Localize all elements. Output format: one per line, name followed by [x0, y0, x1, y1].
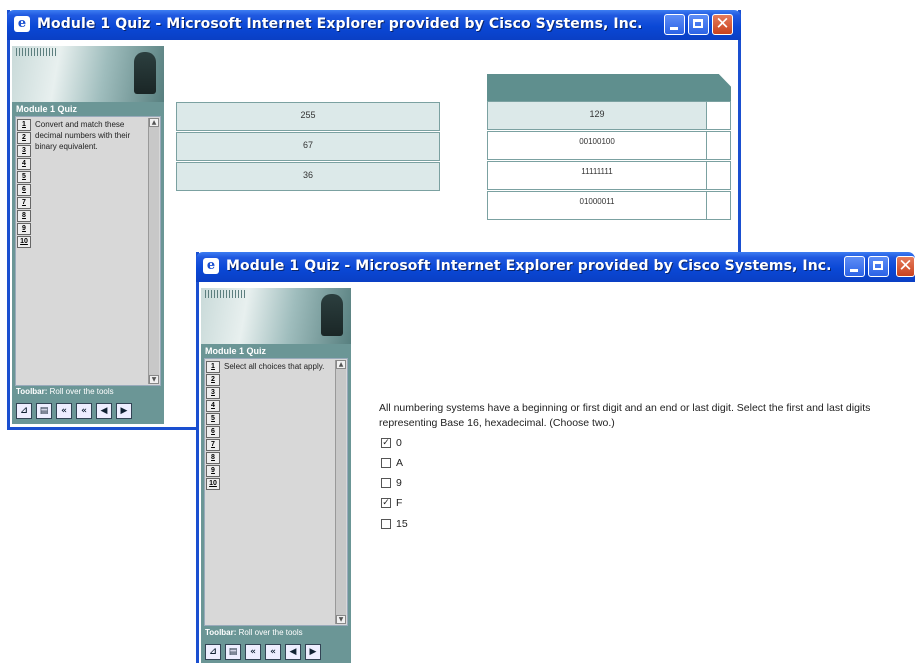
- question-number-9[interactable]: 9: [17, 223, 31, 235]
- maximize-button[interactable]: [688, 14, 709, 35]
- close-button[interactable]: ✕: [712, 14, 733, 35]
- choice-label: 15: [396, 518, 408, 530]
- decimal-cell[interactable]: 255: [176, 102, 440, 131]
- close-button[interactable]: ✕: [896, 256, 915, 277]
- forward-icon[interactable]: ▶: [116, 403, 132, 419]
- choice-label: F: [396, 497, 403, 509]
- banner-image: [201, 288, 351, 344]
- question-number-2[interactable]: 2: [206, 374, 220, 386]
- question-number-1[interactable]: 1: [206, 361, 220, 373]
- question-number-7[interactable]: 7: [206, 439, 220, 451]
- first-page-icon[interactable]: «: [56, 403, 72, 419]
- back-icon[interactable]: ◀: [96, 403, 112, 419]
- pin-icon[interactable]: ⊿: [205, 644, 221, 660]
- question-number-8[interactable]: 8: [206, 452, 220, 464]
- back-icon[interactable]: ◀: [285, 644, 301, 660]
- checkbox-checked[interactable]: ✓: [381, 498, 391, 508]
- scrollbar[interactable]: ▲ ▼: [148, 118, 159, 384]
- panel-title: Module 1 Quiz: [16, 104, 78, 114]
- choice-label: A: [396, 457, 404, 469]
- decimal-cell[interactable]: 67: [176, 132, 440, 161]
- question-nav: 1 2 3 4 5 6 7 8 9 10 Select all choices that appl…: [204, 358, 348, 626]
- choice-label: 9: [396, 477, 402, 489]
- question-text: All numbering systems have a beginning o…: [379, 402, 871, 429]
- toolbar-label: Toolbar: Roll over the tools: [205, 628, 303, 637]
- ie-logo-icon: e: [14, 16, 30, 32]
- checkbox-checked[interactable]: ✓: [381, 438, 391, 448]
- panel-title: Module 1 Quiz: [205, 346, 267, 356]
- question-number-9[interactable]: 9: [206, 465, 220, 477]
- binary-cell[interactable]: 01000011: [487, 191, 707, 220]
- checkbox[interactable]: [381, 478, 391, 488]
- banner-image: [12, 46, 164, 102]
- rewind-icon[interactable]: «: [265, 644, 281, 660]
- toolbar: ⊿ ▤ « « ◀ ▶: [16, 403, 132, 421]
- toolbar-label: Toolbar: Roll over the tools: [16, 387, 114, 396]
- rewind-icon[interactable]: «: [76, 403, 92, 419]
- toolbar: ⊿ ▤ « « ◀ ▶: [205, 644, 321, 662]
- checkbox[interactable]: [381, 519, 391, 529]
- question-number-4[interactable]: 4: [17, 158, 31, 170]
- window-title: Module 1 Quiz - Microsoft Internet Explo…: [226, 258, 832, 274]
- question-number-4[interactable]: 4: [206, 400, 220, 412]
- scroll-down-icon[interactable]: ▼: [336, 615, 346, 624]
- question-number-7[interactable]: 7: [17, 197, 31, 209]
- first-page-icon[interactable]: «: [245, 644, 261, 660]
- instruction-text: Convert and match these decimal numbers …: [35, 120, 131, 151]
- scroll-down-icon[interactable]: ▼: [149, 375, 159, 384]
- scroll-up-icon[interactable]: ▲: [336, 360, 346, 369]
- question-number-6[interactable]: 6: [17, 184, 31, 196]
- title-bar[interactable]: e Module 1 Quiz - Microsoft Internet Exp…: [7, 10, 741, 40]
- choice-label: 0: [396, 437, 402, 449]
- quiz-window-front: e Module 1 Quiz - Microsoft Internet Exp…: [196, 252, 915, 663]
- drop-target[interactable]: [706, 131, 731, 160]
- question-number-3[interactable]: 3: [17, 145, 31, 157]
- choice-0[interactable]: ✓ 0: [381, 436, 402, 450]
- instruction-text: Select all choices that apply.: [224, 362, 325, 371]
- maximize-button[interactable]: [868, 256, 889, 277]
- choice-f[interactable]: ✓ F: [381, 496, 402, 510]
- question-number-1[interactable]: 1: [17, 119, 31, 131]
- decimal-cell[interactable]: 36: [176, 162, 440, 191]
- forward-icon[interactable]: ▶: [305, 644, 321, 660]
- window-title: Module 1 Quiz - Microsoft Internet Explo…: [37, 16, 643, 32]
- binary-cell[interactable]: 00100100: [487, 131, 707, 160]
- question-number-10[interactable]: 10: [206, 478, 220, 490]
- choice-9[interactable]: 9: [381, 476, 402, 490]
- question-number-8[interactable]: 8: [17, 210, 31, 222]
- choice-a[interactable]: A: [381, 456, 403, 470]
- binary-cell[interactable]: 11111111: [487, 161, 707, 190]
- side-panel: Module 1 Quiz 1 2 3 4 5 6 7 8 9 10 Select all cho…: [201, 288, 351, 663]
- question-number-5[interactable]: 5: [17, 171, 31, 183]
- title-bar[interactable]: e Module 1 Quiz - Microsoft Internet Exp…: [196, 252, 915, 282]
- question-number-list: 1 2 3 4 5 6 7 8 9 10: [206, 361, 220, 491]
- notes-icon[interactable]: ▤: [36, 403, 52, 419]
- binary-cell[interactable]: 129: [487, 101, 707, 130]
- question-number-list: 1 2 3 4 5 6 7 8 9 10: [17, 119, 31, 249]
- scroll-up-icon[interactable]: ▲: [149, 118, 159, 127]
- question-nav: 1 2 3 4 5 6 7 8 9 10 Convert and match these deci…: [15, 116, 161, 386]
- pin-icon[interactable]: ⊿: [16, 403, 32, 419]
- question-number-5[interactable]: 5: [206, 413, 220, 425]
- question-number-3[interactable]: 3: [206, 387, 220, 399]
- binary-column-header: [487, 74, 731, 102]
- minimize-button[interactable]: [844, 256, 865, 277]
- drop-target[interactable]: [706, 101, 731, 130]
- drop-target[interactable]: [706, 191, 731, 220]
- side-panel: Module 1 Quiz 1 2 3 4 5 6 7 8 9 10 Convert and ma…: [12, 46, 164, 424]
- question-number-6[interactable]: 6: [206, 426, 220, 438]
- drop-target[interactable]: [706, 161, 731, 190]
- scrollbar[interactable]: ▲ ▼: [335, 360, 346, 624]
- ie-logo-icon: e: [203, 258, 219, 274]
- question-number-10[interactable]: 10: [17, 236, 31, 248]
- minimize-button[interactable]: [664, 14, 685, 35]
- checkbox[interactable]: [381, 458, 391, 468]
- question-number-2[interactable]: 2: [17, 132, 31, 144]
- choice-15[interactable]: 15: [381, 517, 408, 531]
- notes-icon[interactable]: ▤: [225, 644, 241, 660]
